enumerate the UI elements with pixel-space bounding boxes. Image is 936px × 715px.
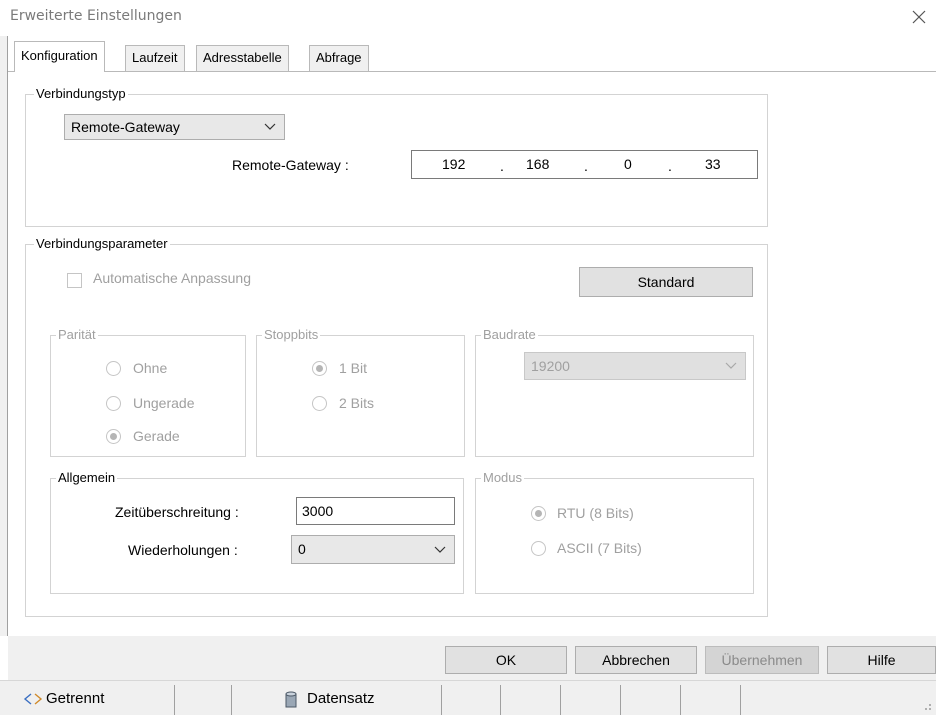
timeout-input[interactable]: 3000 bbox=[296, 497, 455, 525]
tab-laufzeit[interactable]: Laufzeit bbox=[125, 45, 185, 71]
statusbar-separator bbox=[231, 685, 232, 715]
apply-button[interactable]: Übernehmen bbox=[705, 646, 819, 674]
group-stoppbits-title: Stoppbits bbox=[262, 327, 321, 343]
statusbar-separator bbox=[620, 685, 621, 715]
connection-status: Getrennt bbox=[46, 690, 105, 707]
radio-gerade-label: Gerade bbox=[133, 428, 180, 444]
radio-1-bit-label: 1 Bit bbox=[339, 360, 368, 376]
ip-separator: . bbox=[668, 158, 672, 174]
radio-1-bit[interactable] bbox=[312, 361, 327, 376]
radio-ascii[interactable] bbox=[531, 541, 546, 556]
radio-rtu[interactable] bbox=[531, 506, 546, 521]
radio-ungerade-label: Ungerade bbox=[133, 395, 195, 411]
database-icon bbox=[285, 691, 297, 708]
statusbar-separator bbox=[740, 685, 741, 715]
group-baudrate-title: Baudrate bbox=[481, 327, 538, 343]
statusbar-separator bbox=[441, 685, 442, 715]
help-button[interactable]: Hilfe bbox=[827, 646, 936, 674]
ip-separator: . bbox=[584, 158, 588, 174]
standard-button[interactable]: Standard bbox=[579, 267, 753, 297]
ip-address-field[interactable]: 192 . 168 . 0 . 33 bbox=[411, 150, 758, 179]
connection-type-select[interactable]: Remote-Gateway bbox=[64, 114, 285, 140]
cancel-button[interactable]: Abbrechen bbox=[575, 646, 697, 674]
connection-status-icon bbox=[23, 693, 43, 705]
group-modus: Modus bbox=[475, 470, 754, 594]
chevron-down-icon bbox=[434, 546, 446, 553]
ip-octet-4[interactable]: 33 bbox=[705, 156, 721, 172]
ip-octet-1[interactable]: 192 bbox=[442, 156, 465, 172]
group-allgemein-title: Allgemein bbox=[56, 470, 118, 486]
radio-ascii-label: ASCII (7 Bits) bbox=[557, 540, 642, 556]
auto-adjust-label: Automatische Anpassung bbox=[93, 270, 251, 286]
statusbar-separator bbox=[500, 685, 501, 715]
radio-ohne-label: Ohne bbox=[133, 360, 168, 376]
ip-octet-2[interactable]: 168 bbox=[526, 156, 549, 172]
window-frame-left bbox=[0, 36, 8, 636]
radio-ungerade[interactable] bbox=[106, 396, 121, 411]
timeout-label: Zeitüberschreitung : bbox=[115, 504, 239, 520]
group-verbindungsparameter-title: Verbindungsparameter bbox=[34, 236, 170, 252]
statusbar-separator bbox=[174, 685, 175, 715]
radio-rtu-label: RTU (8 Bits) bbox=[557, 505, 634, 521]
dataset-label: Datensatz bbox=[307, 690, 375, 707]
baudrate-value: 19200 bbox=[531, 358, 570, 374]
chevron-down-icon bbox=[264, 123, 276, 130]
statusbar-separator bbox=[680, 685, 681, 715]
ip-separator: . bbox=[500, 158, 504, 174]
retries-select[interactable]: 0 bbox=[291, 535, 455, 564]
remote-gateway-label: Remote-Gateway : bbox=[232, 157, 349, 173]
auto-adjust-checkbox[interactable] bbox=[67, 273, 82, 288]
radio-gerade[interactable] bbox=[106, 429, 121, 444]
retries-label: Wiederholungen : bbox=[128, 542, 238, 558]
tab-adresstabelle[interactable]: Adresstabelle bbox=[196, 45, 289, 71]
window-title: Erweiterte Einstellungen bbox=[10, 8, 182, 24]
connection-type-value: Remote-Gateway bbox=[71, 119, 180, 135]
group-modus-title: Modus bbox=[481, 470, 525, 486]
group-verbindungstyp-title: Verbindungstyp bbox=[34, 86, 128, 102]
radio-ohne[interactable] bbox=[106, 361, 121, 376]
baudrate-select[interactable]: 19200 bbox=[524, 352, 746, 380]
ip-octet-3[interactable]: 0 bbox=[624, 156, 632, 172]
radio-2-bits-label: 2 Bits bbox=[339, 395, 375, 411]
tab-abfrage[interactable]: Abfrage bbox=[309, 45, 369, 71]
chevron-down-icon bbox=[725, 362, 737, 369]
tab-konfiguration[interactable]: Konfiguration bbox=[14, 41, 105, 72]
status-bar bbox=[0, 680, 936, 715]
ok-button[interactable]: OK bbox=[445, 646, 567, 674]
statusbar-separator bbox=[560, 685, 561, 715]
radio-2-bits[interactable] bbox=[312, 396, 327, 411]
close-icon[interactable] bbox=[909, 7, 929, 27]
resize-grip-icon[interactable] bbox=[920, 699, 932, 711]
group-paritaet-title: Parität bbox=[56, 327, 98, 343]
retries-value: 0 bbox=[298, 541, 306, 557]
